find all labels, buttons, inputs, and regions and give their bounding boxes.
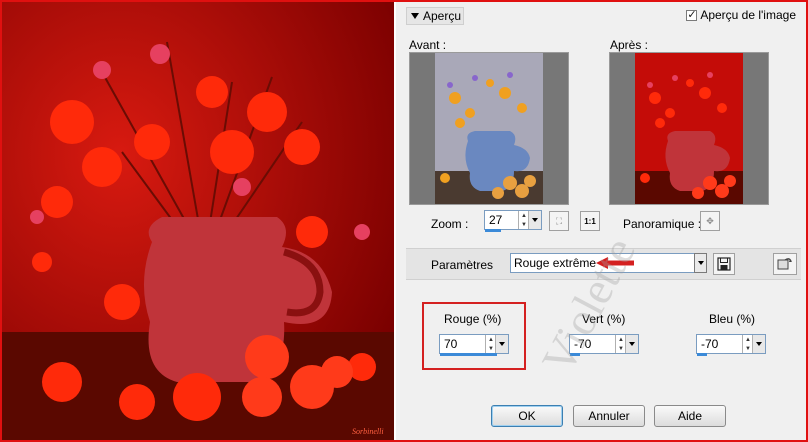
blue-channel-value: -70 [701,337,719,351]
section-title: Aperçu [423,9,462,23]
red-channel-value: 70 [444,337,458,351]
ok-button[interactable]: OK [491,405,563,427]
preview-toggle[interactable]: Aperçu de l'image [686,8,796,22]
zoom-spinner[interactable]: 27 ▲ ▼ [484,210,542,232]
result-image: Sorbinelli [2,2,394,440]
blue-dropdown-icon[interactable] [752,335,765,353]
apercu-section-toggle[interactable]: Aperçu [406,7,464,25]
red-level-bar [440,353,497,356]
before-preview[interactable] [409,52,569,205]
red-channel-spinner[interactable]: 70 ▲ ▼ [439,334,509,356]
green-channel-spinner[interactable]: -70 ▲ ▼ [569,334,639,356]
pan-icon[interactable]: ✥ [700,211,720,231]
preview-checkbox[interactable] [686,8,698,21]
zoom-label: Zoom : [431,217,469,231]
color-balance-dialog: Aperçu Aperçu de l'image Avant : Après : [396,2,806,440]
green-channel-label: Vert (%) [582,312,626,326]
collapse-arrow-icon [411,13,419,19]
panoramique-label: Panoramique : [623,217,702,231]
blue-channel-spinner[interactable]: -70 ▲ ▼ [696,334,766,356]
after-label: Après : [610,38,649,52]
green-level-bar [570,353,580,356]
red-dropdown-icon[interactable] [495,335,508,353]
blue-level-bar [697,353,707,356]
red-arrow-annotation-icon [596,257,634,269]
reset-preset-icon[interactable] [773,253,797,275]
actual-size-icon[interactable]: 1:1 [580,211,600,231]
zoom-fit-icon[interactable]: ⛶ [549,211,569,231]
green-dropdown-icon[interactable] [625,335,638,353]
zoom-dropdown-icon[interactable] [528,211,541,229]
red-channel-label: Rouge (%) [444,312,502,326]
zoom-level-bar [485,229,501,232]
before-label: Avant : [409,38,447,52]
save-preset-icon[interactable] [713,253,735,275]
preset-dropdown-icon[interactable] [694,253,707,273]
after-preview[interactable] [609,52,769,205]
zoom-value: 27 [489,213,503,227]
signature: Sorbinelli [352,427,384,436]
cancel-button[interactable]: Annuler [573,405,645,427]
help-button[interactable]: Aide [654,405,726,427]
green-channel-value: -70 [574,337,592,351]
parameters-label: Paramètres [431,258,494,272]
preview-checkbox-label: Aperçu de l'image [700,8,796,22]
blue-channel-label: Bleu (%) [709,312,756,326]
